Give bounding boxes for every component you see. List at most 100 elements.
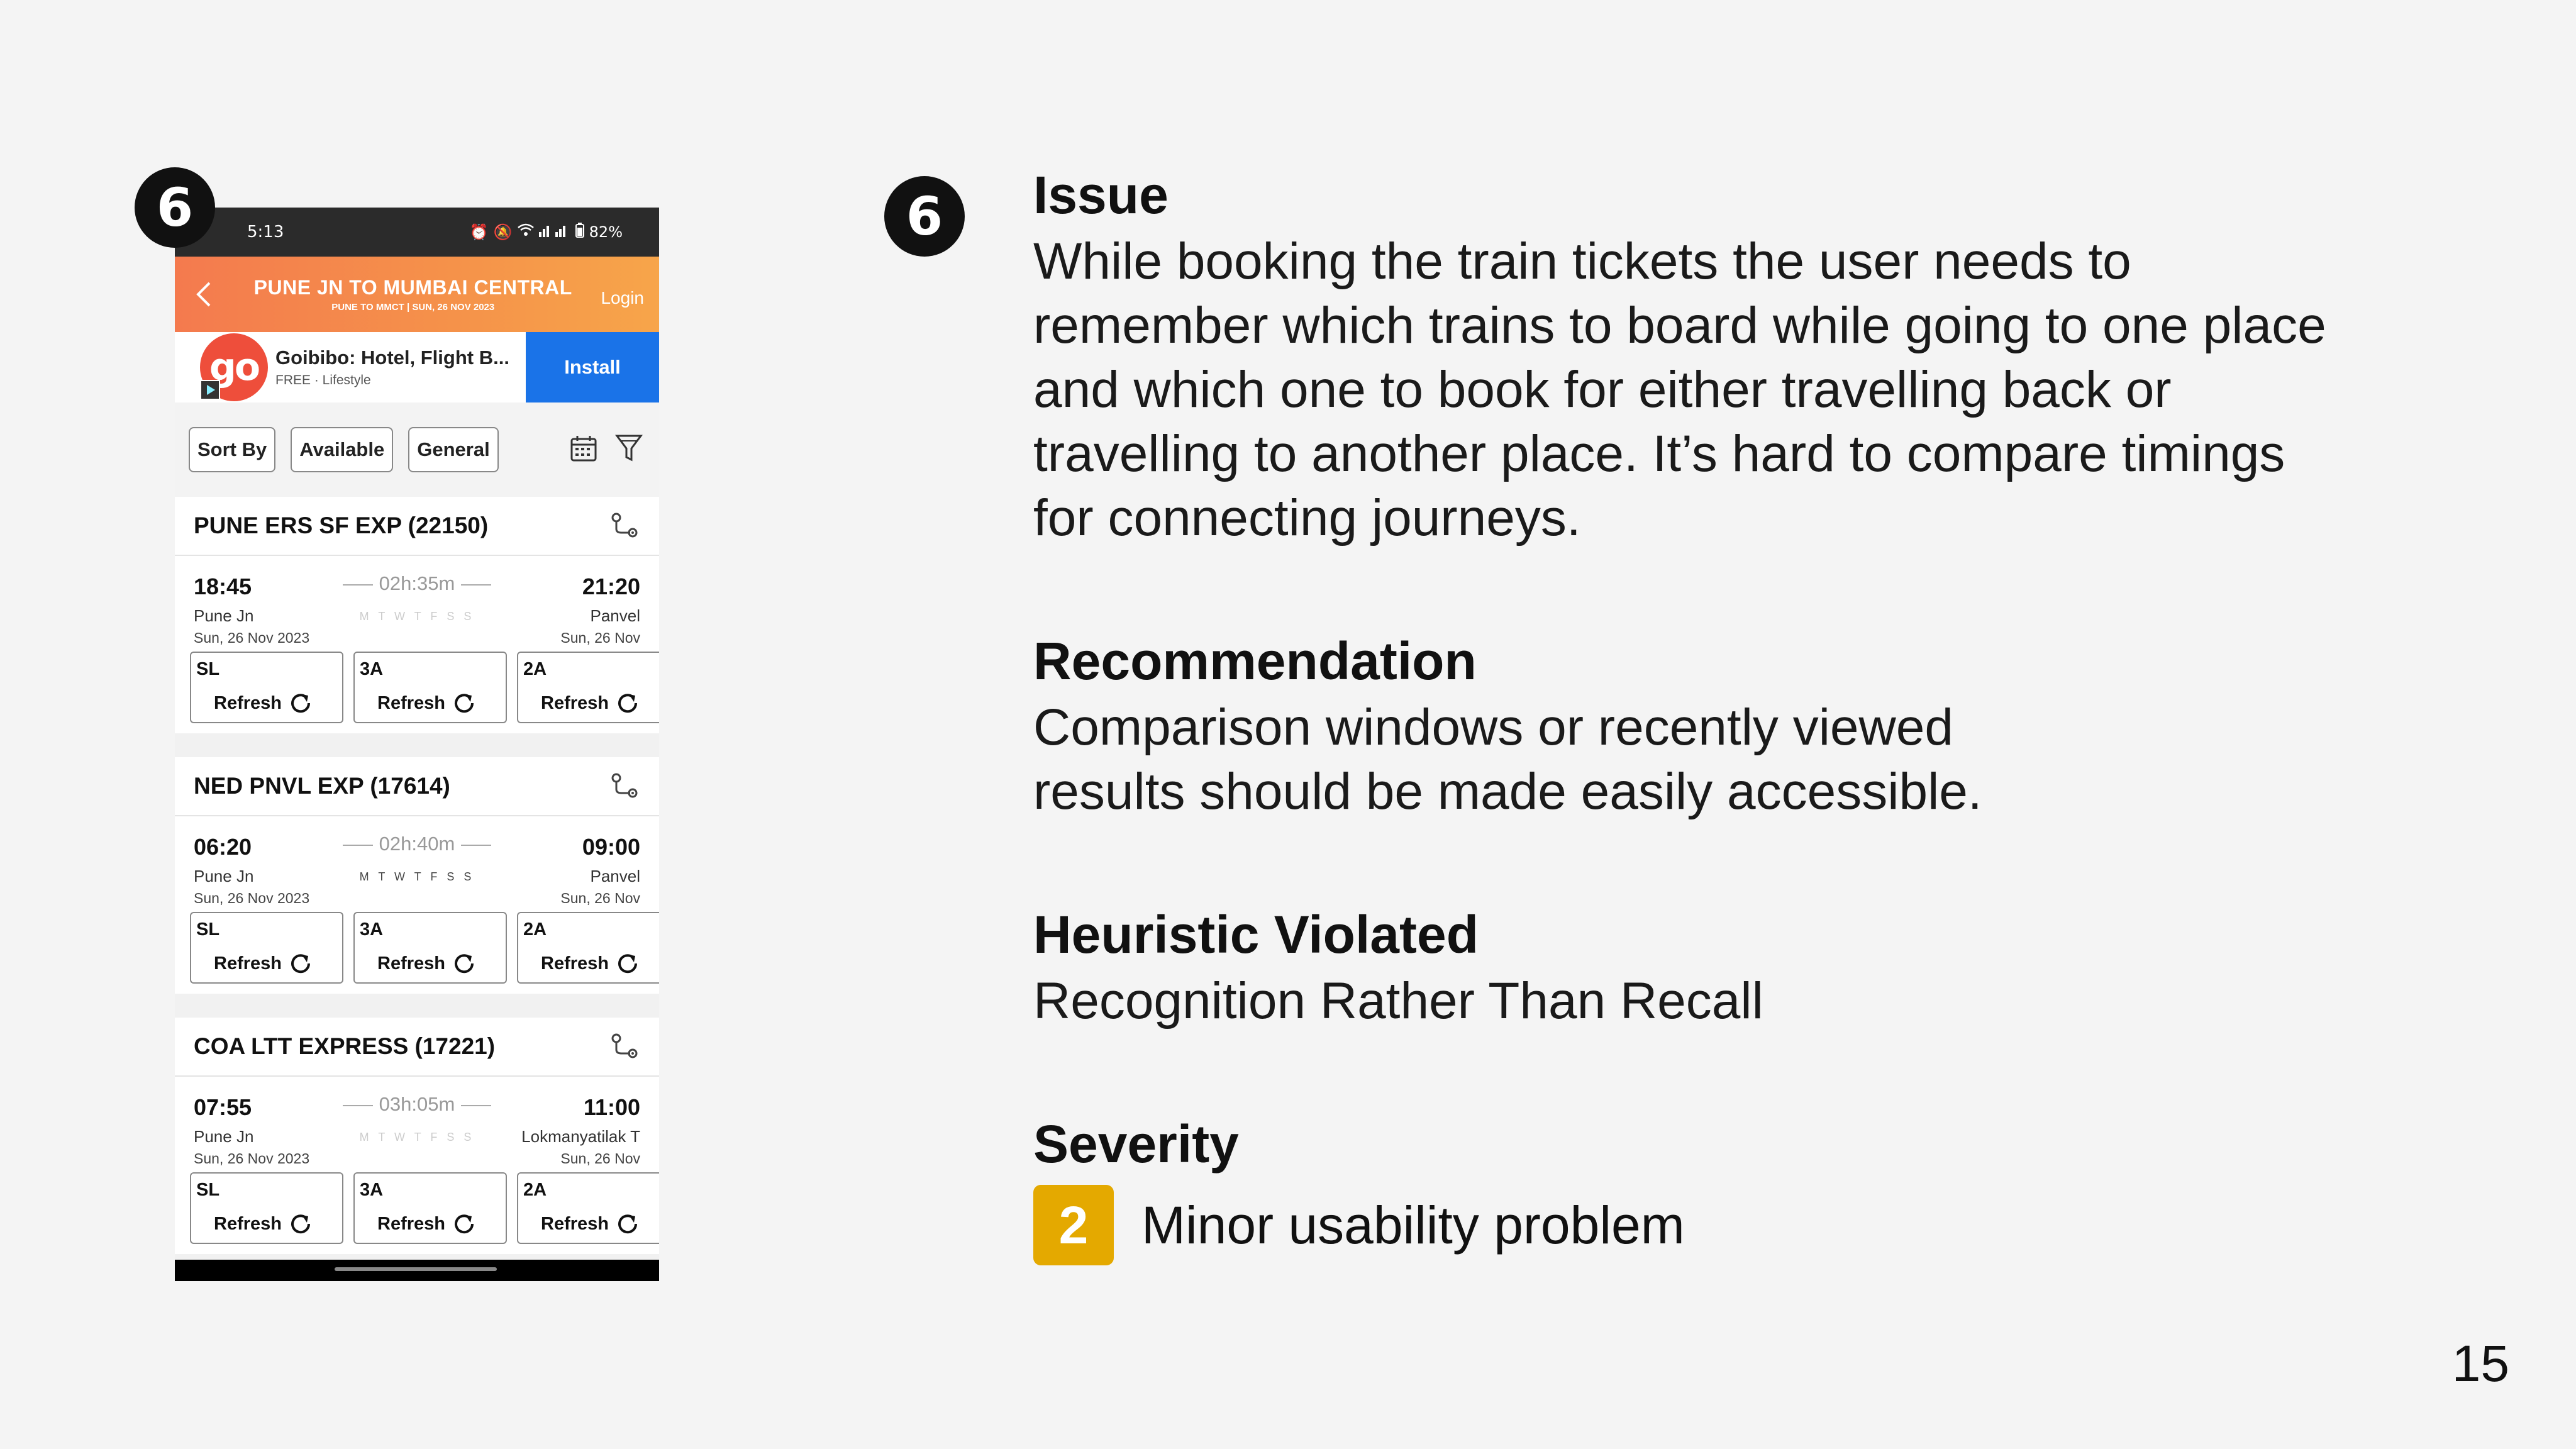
- issue-number-badge: 6: [884, 176, 965, 257]
- train-timing: 06:20 02h:40m 09:00 M T W T F S S Pune J…: [175, 816, 659, 912]
- phone-screenshot: 5:13 ⏰ 🔕 82% PUNE JN TO MUMBAI CENTRAL P…: [175, 208, 659, 1281]
- arrival-time: 09:00: [582, 834, 640, 860]
- battery-level: 82%: [589, 223, 623, 241]
- class-code: SL: [196, 919, 220, 940]
- arrival-time: 11:00: [583, 1094, 640, 1120]
- refresh-action[interactable]: Refresh: [214, 951, 313, 976]
- refresh-action[interactable]: Refresh: [541, 691, 640, 716]
- route-icon[interactable]: [609, 1031, 640, 1062]
- refresh-icon: [618, 694, 638, 713]
- status-time: 5:13: [247, 223, 284, 242]
- class-code: 3A: [360, 919, 384, 940]
- status-bar: 5:13 ⏰ 🔕 82%: [175, 208, 659, 257]
- class-option[interactable]: 2A Refresh: [517, 1172, 659, 1244]
- refresh-icon: [291, 954, 311, 974]
- severity-label: Minor usability problem: [1141, 1195, 1685, 1255]
- recommendation-title: Recommendation: [1033, 631, 1477, 691]
- recommendation-body: Comparison windows or recently viewed re…: [1033, 699, 1982, 820]
- calendar-icon[interactable]: [570, 435, 597, 465]
- from-station-name: Pune Jn: [194, 1127, 254, 1146]
- refresh-label: Refresh: [377, 953, 445, 974]
- severity-level-badge: 2: [1033, 1185, 1114, 1265]
- severity-row: 2 Minor usability problem: [1033, 1185, 2354, 1265]
- severity-section: Severity 2 Minor usability problem: [1033, 1114, 2354, 1265]
- wifi-icon: [517, 223, 534, 241]
- to-station-name: Lokmanyatilak T: [521, 1127, 640, 1146]
- alarm-icon: ⏰: [469, 223, 489, 241]
- from-date: Sun, 26 Nov 2023: [194, 630, 310, 646]
- from-date: Sun, 26 Nov 2023: [194, 1150, 310, 1167]
- refresh-icon: [455, 954, 474, 974]
- class-option[interactable]: 2A Refresh: [517, 652, 659, 723]
- refresh-action[interactable]: Refresh: [541, 951, 640, 976]
- route-icon[interactable]: [609, 770, 640, 802]
- ad-text: Goibibo: Hotel, Flight B... FREE · Lifes…: [275, 347, 526, 388]
- sort-by-chip[interactable]: Sort By: [189, 427, 276, 472]
- header-titles: PUNE JN TO MUMBAI CENTRAL PUNE TO MMCT |…: [225, 276, 601, 313]
- to-date: Sun, 26 Nov: [560, 890, 640, 906]
- class-code: 3A: [360, 1180, 384, 1200]
- train-name: NED PNVL EXP (17614): [194, 773, 450, 799]
- to-date: Sun, 26 Nov: [560, 1150, 640, 1167]
- status-icons: ⏰ 🔕 82%: [470, 223, 623, 242]
- refresh-action[interactable]: Refresh: [541, 1211, 640, 1236]
- train-timing: 07:55 03h:05m 11:00 M T W T F S S Pune J…: [175, 1077, 659, 1172]
- issue-body: While booking the train tickets the user…: [1033, 233, 2326, 547]
- refresh-action[interactable]: Refresh: [377, 1211, 477, 1236]
- refresh-icon: [455, 1214, 474, 1234]
- train-header: NED PNVL EXP (17614): [175, 757, 659, 816]
- filter-icon[interactable]: [615, 433, 643, 467]
- class-option[interactable]: 2A Refresh: [517, 912, 659, 984]
- back-arrow-icon[interactable]: [181, 257, 225, 332]
- class-option[interactable]: SL Refresh: [190, 652, 343, 723]
- refresh-action[interactable]: Refresh: [214, 1211, 313, 1236]
- to-date: Sun, 26 Nov: [560, 630, 640, 646]
- signal-icon: [538, 223, 570, 241]
- class-option[interactable]: SL Refresh: [190, 1172, 343, 1244]
- to-station: Lokmanyatilak T Sun, 26 Nov: [521, 1127, 640, 1167]
- arrival-time: 21:20: [582, 574, 640, 599]
- home-handle[interactable]: [335, 1267, 497, 1271]
- battery-icon: [575, 223, 584, 242]
- refresh-icon: [618, 1214, 638, 1234]
- to-station: Panvel Sun, 26 Nov: [560, 867, 640, 907]
- route-subtitle: PUNE TO MMCT | SUN, 26 NOV 2023: [331, 302, 495, 313]
- general-chip[interactable]: General: [408, 427, 499, 472]
- login-link[interactable]: Login: [601, 288, 644, 308]
- issue-section: Issue While booking the train tickets th…: [1033, 165, 2354, 550]
- severity-title: Severity: [1033, 1114, 1239, 1174]
- route-icon[interactable]: [609, 510, 640, 541]
- from-station-name: Pune Jn: [194, 867, 254, 886]
- train-header: COA LTT EXPRESS (17221): [175, 1018, 659, 1077]
- class-option[interactable]: 3A Refresh: [353, 912, 507, 984]
- gesture-nav-bar: [175, 1260, 659, 1281]
- class-option[interactable]: SL Refresh: [190, 912, 343, 984]
- refresh-action[interactable]: Refresh: [377, 951, 477, 976]
- refresh-action[interactable]: Refresh: [214, 691, 313, 716]
- train-timing: 18:45 02h:35m 21:20 M T W T F S S Pune J…: [175, 556, 659, 652]
- class-option[interactable]: 3A Refresh: [353, 1172, 507, 1244]
- heuristic-evaluation: Issue While booking the train tickets th…: [1033, 165, 2354, 1265]
- train-card[interactable]: COA LTT EXPRESS (17221) 07:55 03h:05m 11…: [175, 1018, 659, 1254]
- from-station: Pune Jn Sun, 26 Nov 2023: [194, 1127, 309, 1167]
- install-button[interactable]: Install: [526, 332, 659, 402]
- class-option[interactable]: 3A Refresh: [353, 652, 507, 723]
- refresh-action[interactable]: Refresh: [377, 691, 477, 716]
- from-station: Pune Jn Sun, 26 Nov 2023: [194, 606, 309, 647]
- refresh-label: Refresh: [214, 953, 282, 974]
- issue-number-badge-phone: 6: [135, 167, 215, 248]
- refresh-icon: [455, 694, 474, 713]
- train-card[interactable]: NED PNVL EXP (17614) 06:20 02h:40m 09:00…: [175, 757, 659, 994]
- from-date: Sun, 26 Nov 2023: [194, 890, 310, 906]
- from-station: Pune Jn Sun, 26 Nov 2023: [194, 867, 309, 907]
- refresh-label: Refresh: [541, 953, 609, 974]
- class-code: 2A: [523, 659, 547, 679]
- ad-banner[interactable]: go Goibibo: Hotel, Flight B... FREE · Li…: [175, 332, 659, 402]
- train-card[interactable]: PUNE ERS SF EXP (22150) 18:45 02h:35m 21…: [175, 497, 659, 733]
- refresh-label: Refresh: [377, 1213, 445, 1234]
- filter-icons: [570, 433, 643, 467]
- app-header: PUNE JN TO MUMBAI CENTRAL PUNE TO MMCT |…: [175, 257, 659, 332]
- class-code: SL: [196, 1180, 220, 1200]
- refresh-label: Refresh: [214, 692, 282, 713]
- available-chip[interactable]: Available: [291, 427, 394, 472]
